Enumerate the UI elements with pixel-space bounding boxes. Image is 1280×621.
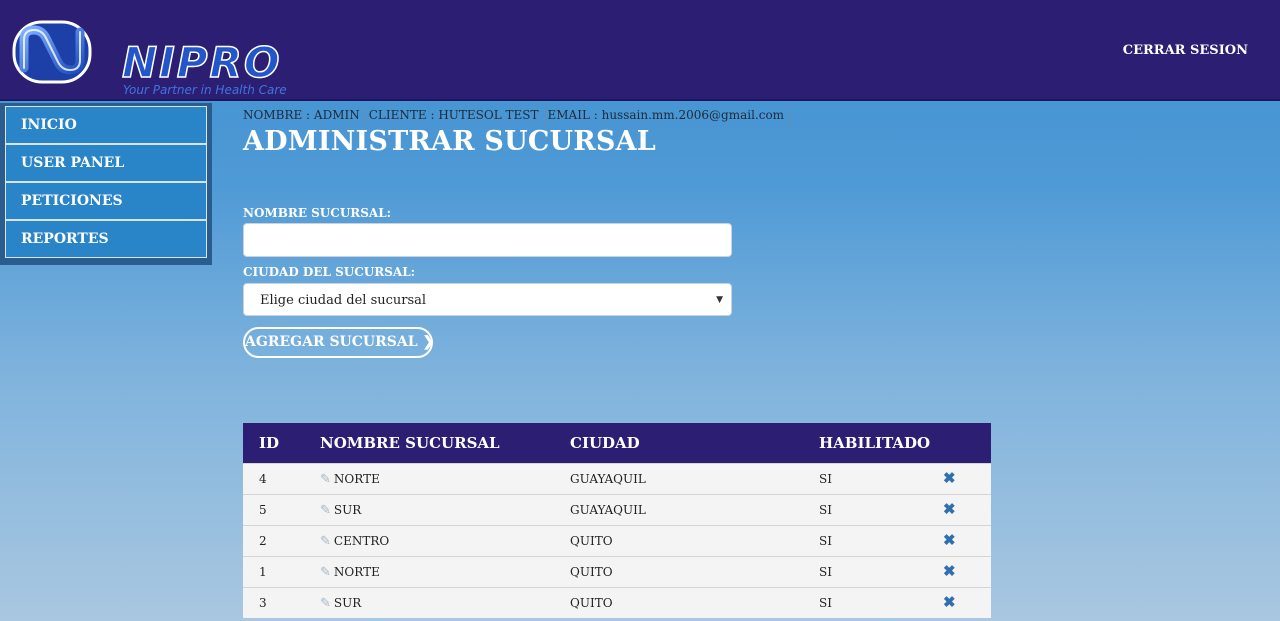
top-header: NIPRO Your Partner in Health Care CERRAR… — [0, 0, 1280, 101]
logout-link[interactable]: CERRAR SESION — [1123, 43, 1248, 58]
cell-city: GUAYAQUIL — [570, 503, 646, 517]
logo-wordmark: NIPRO — [121, 38, 282, 87]
sidebar-item-reportes[interactable]: REPORTES — [5, 220, 207, 258]
user-name: NOMBRE : ADMIN — [243, 106, 366, 126]
cell-enabled: SI — [819, 503, 832, 517]
branch-city-selected: Elige ciudad del sucursal — [260, 293, 427, 308]
client-name: CLIENTE : HUTESOL TEST — [369, 106, 545, 126]
nipro-logo[interactable]: NIPRO Your Partner in Health Care — [10, 14, 290, 97]
add-branch-button[interactable]: AGREGAR SUCURSAL ❯ — [243, 327, 435, 358]
col-header-enabled: HABILITADO — [819, 434, 931, 452]
sidebar-item-user-panel[interactable]: USER PANEL — [5, 144, 207, 182]
cell-enabled: SI — [819, 472, 832, 486]
col-header-city: CIUDAD — [570, 434, 640, 452]
page-title: ADMINISTRAR SUCURSAL — [243, 126, 656, 157]
cell-name: ✎ SUR — [320, 596, 362, 611]
dropdown-arrow-icon: ▼ — [716, 295, 723, 305]
table-row: 3 ✎ SUR QUITO SI ✖ — [243, 587, 991, 618]
chevron-right-icon: ❯ — [422, 334, 435, 350]
cell-enabled: SI — [819, 565, 832, 579]
close-icon[interactable]: ✖ — [943, 593, 956, 611]
close-icon[interactable]: ✖ — [943, 531, 956, 549]
pencil-icon[interactable]: ✎ — [320, 503, 331, 518]
col-header-id: ID — [259, 434, 280, 452]
pencil-icon[interactable]: ✎ — [320, 565, 331, 580]
cell-id: 2 — [259, 534, 267, 548]
close-icon[interactable]: ✖ — [943, 562, 956, 580]
cell-city: GUAYAQUIL — [570, 472, 646, 486]
table-row: 2 ✎ CENTRO QUITO SI ✖ — [243, 525, 991, 556]
cell-id: 5 — [259, 503, 267, 517]
nipro-logo-mark — [12, 20, 92, 84]
pencil-icon[interactable]: ✎ — [320, 534, 331, 549]
branches-table: ID NOMBRE SUCURSAL CIUDAD HABILITADO 4 ✎… — [243, 423, 991, 618]
cell-enabled: SI — [819, 596, 832, 610]
cell-name: ✎ CENTRO — [320, 534, 390, 549]
table-row: 1 ✎ NORTE QUITO SI ✖ — [243, 556, 991, 587]
cell-city: QUITO — [570, 534, 613, 548]
pencil-icon[interactable]: ✎ — [320, 596, 331, 611]
cell-id: 3 — [259, 596, 267, 610]
sidebar: INICIO USER PANEL PETICIONES REPORTES — [0, 103, 212, 265]
table-row: 4 ✎ NORTE GUAYAQUIL SI ✖ — [243, 463, 991, 494]
cell-name: ✎ SUR — [320, 503, 362, 518]
user-info-bar: NOMBRE : ADMIN CLIENTE : HUTESOL TEST EM… — [243, 106, 793, 126]
branch-name-label: NOMBRE SUCURSAL: — [243, 206, 392, 220]
close-icon[interactable]: ✖ — [943, 469, 956, 487]
sidebar-item-inicio[interactable]: INICIO — [5, 106, 207, 144]
table-row: 5 ✎ SUR GUAYAQUIL SI ✖ — [243, 494, 991, 525]
pencil-icon[interactable]: ✎ — [320, 472, 331, 487]
col-header-name: NOMBRE SUCURSAL — [320, 434, 500, 452]
cell-city: QUITO — [570, 596, 613, 610]
branch-city-select[interactable]: Elige ciudad del sucursal ▼ — [243, 283, 732, 316]
cell-enabled: SI — [819, 534, 832, 548]
branch-city-label: CIUDAD DEL SUCURSAL: — [243, 265, 416, 279]
cell-city: QUITO — [570, 565, 613, 579]
sidebar-item-peticiones[interactable]: PETICIONES — [5, 182, 207, 220]
logo-tagline: Your Partner in Health Care — [123, 83, 287, 97]
close-icon[interactable]: ✖ — [943, 500, 956, 518]
cell-name: ✎ NORTE — [320, 472, 380, 487]
cell-name: ✎ NORTE — [320, 565, 380, 580]
cell-id: 4 — [259, 472, 267, 486]
user-email: EMAIL : hussain.mm.2006@gmail.com — [548, 106, 791, 126]
table-header: ID NOMBRE SUCURSAL CIUDAD HABILITADO — [243, 423, 991, 463]
cell-id: 1 — [259, 565, 267, 579]
branch-name-input[interactable] — [243, 223, 732, 257]
